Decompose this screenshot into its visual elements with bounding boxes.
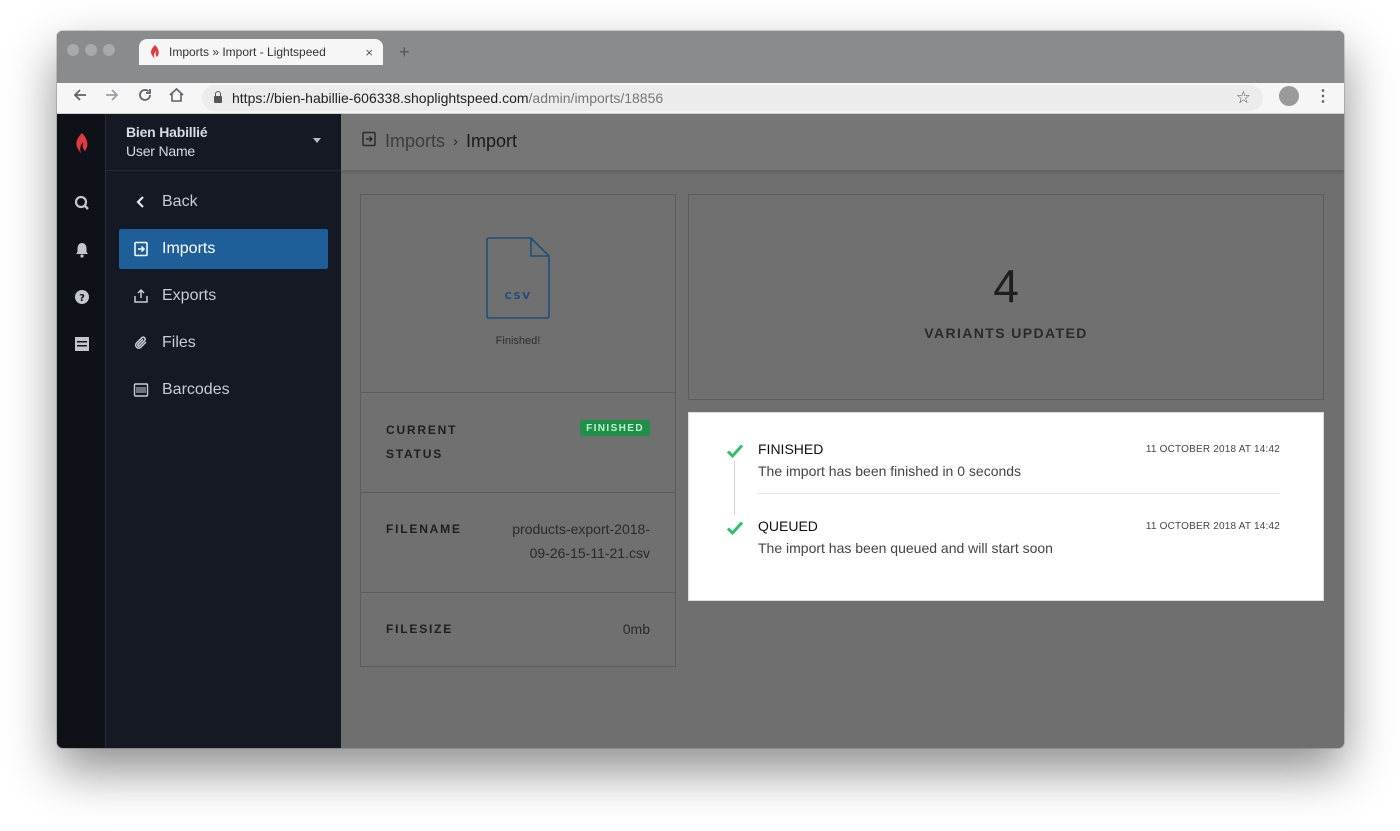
- timeline-event-time: 11 OCTOBER 2018 AT 14:42: [1145, 444, 1280, 455]
- sidebar-item-label: Exports: [162, 287, 217, 304]
- timeline-connector: [734, 461, 735, 515]
- variants-updated-label: VARIANTS UPDATED: [924, 325, 1088, 341]
- filename-value: products-export-2018- 09-26-15-11-21.csv: [512, 521, 650, 561]
- filesize-value: 0mb: [622, 621, 650, 637]
- help-icon[interactable]: ?: [72, 287, 92, 307]
- lock-icon: [214, 91, 222, 103]
- chevron-down-icon: [313, 138, 321, 143]
- export-icon: [132, 287, 150, 305]
- timeline-divider: [758, 493, 1280, 494]
- status-badge: FINISHED: [580, 420, 650, 436]
- file-details-card: CSV Finished! CURRENT STATUS FINISHED FIL…: [360, 194, 676, 667]
- csv-file-icon: CSV: [486, 237, 550, 319]
- store-switcher[interactable]: Bien Habillié User Name: [106, 114, 341, 171]
- home-icon[interactable]: [168, 87, 185, 108]
- browser-tab[interactable]: Imports » Import - Lightspeed ×: [139, 39, 383, 65]
- filename-label: FILENAME: [386, 522, 462, 536]
- window-zoom-button[interactable]: [103, 44, 115, 56]
- store-icon[interactable]: [72, 334, 92, 354]
- timeline-event-description: The import has been finished in 0 second…: [758, 463, 1022, 479]
- browser-tab-bar: Imports » Import - Lightspeed × +: [57, 31, 1344, 83]
- app-container: ? Bien Habillié User Name Back Imports E…: [57, 114, 1344, 748]
- timeline-event-description: The import has been queued and will star…: [758, 540, 1053, 556]
- tab-close-icon[interactable]: ×: [365, 45, 373, 60]
- import-icon: [132, 240, 150, 258]
- profile-avatar-icon[interactable]: [1279, 86, 1299, 106]
- lightspeed-logo-icon[interactable]: [72, 133, 92, 155]
- timeline-event-title: QUEUED: [758, 518, 818, 534]
- sidebar-item-barcodes[interactable]: Barcodes: [119, 370, 328, 410]
- breadcrumb-imports-link[interactable]: Imports: [385, 131, 445, 152]
- variants-updated-count: 4: [993, 260, 1019, 312]
- main-content: Imports › Import CSV Finished! CURRENT ST…: [341, 114, 1344, 748]
- import-timeline: FINISHED The import has been finished in…: [688, 412, 1324, 601]
- sidebar-item-back[interactable]: Back: [119, 182, 328, 222]
- back-arrow-icon[interactable]: [72, 87, 88, 108]
- bookmark-star-icon[interactable]: ☆: [1236, 88, 1251, 108]
- sidebar-item-files[interactable]: Files: [119, 323, 328, 363]
- window-minimize-button[interactable]: [85, 44, 97, 56]
- file-preview: CSV Finished!: [361, 195, 675, 393]
- browser-window: Imports » Import - Lightspeed × + https:…: [57, 31, 1344, 748]
- store-name: Bien Habillié: [126, 124, 208, 140]
- breadcrumb-separator: ›: [453, 133, 459, 150]
- sidebar: Bien Habillié User Name Back Imports Exp…: [106, 114, 341, 748]
- user-name: User Name: [126, 143, 195, 159]
- chevron-left-icon: [132, 193, 150, 211]
- forward-arrow-icon[interactable]: [104, 87, 120, 108]
- filename-row: FILENAME products-export-2018- 09-26-15-1…: [361, 493, 675, 593]
- lightspeed-favicon-icon: [151, 45, 159, 59]
- checkmark-icon: [726, 521, 744, 536]
- address-bar[interactable]: https://bien-habillie-606338.shoplightsp…: [202, 85, 1263, 111]
- paperclip-icon: [132, 334, 150, 352]
- sidebar-item-label: Barcodes: [162, 381, 230, 398]
- filesize-row: FILESIZE 0mb: [361, 593, 675, 667]
- checkmark-icon: [726, 444, 744, 459]
- filesize-label: FILESIZE: [386, 622, 454, 636]
- file-status-text: Finished!: [495, 335, 541, 347]
- current-status-row: CURRENT STATUS FINISHED: [361, 393, 675, 493]
- new-tab-button[interactable]: +: [399, 43, 410, 61]
- svg-text:?: ?: [79, 293, 85, 304]
- url-text: https://bien-habillie-606338.shoplightsp…: [232, 90, 664, 106]
- sidebar-item-label: Files: [162, 334, 196, 351]
- sidebar-item-label: Back: [162, 193, 198, 210]
- file-type-label: CSV: [505, 291, 532, 302]
- tab-title: Imports » Import - Lightspeed: [169, 45, 326, 59]
- window-close-button[interactable]: [67, 44, 79, 56]
- breadcrumb: Imports › Import: [361, 131, 517, 152]
- icon-rail: ?: [57, 114, 106, 748]
- page-title: Import: [466, 131, 518, 151]
- variants-updated-card: 4 VARIANTS UPDATED: [688, 194, 1324, 400]
- search-icon[interactable]: [72, 193, 92, 213]
- current-status-label: CURRENT STATUS: [386, 423, 458, 461]
- bell-icon[interactable]: [72, 240, 92, 260]
- sidebar-item-label: Imports: [162, 240, 216, 257]
- import-icon: [361, 131, 377, 152]
- sidebar-item-exports[interactable]: Exports: [119, 276, 328, 316]
- timeline-event-time: 11 OCTOBER 2018 AT 14:42: [1145, 521, 1280, 532]
- page-header: Imports › Import: [341, 114, 1344, 171]
- reload-icon[interactable]: [137, 87, 153, 108]
- browser-menu-icon[interactable]: ⋮: [1315, 86, 1331, 106]
- browser-toolbar: https://bien-habillie-606338.shoplightsp…: [57, 83, 1344, 114]
- barcode-icon: [132, 381, 150, 399]
- sidebar-item-imports[interactable]: Imports: [119, 229, 328, 269]
- timeline-event-title: FINISHED: [758, 441, 824, 457]
